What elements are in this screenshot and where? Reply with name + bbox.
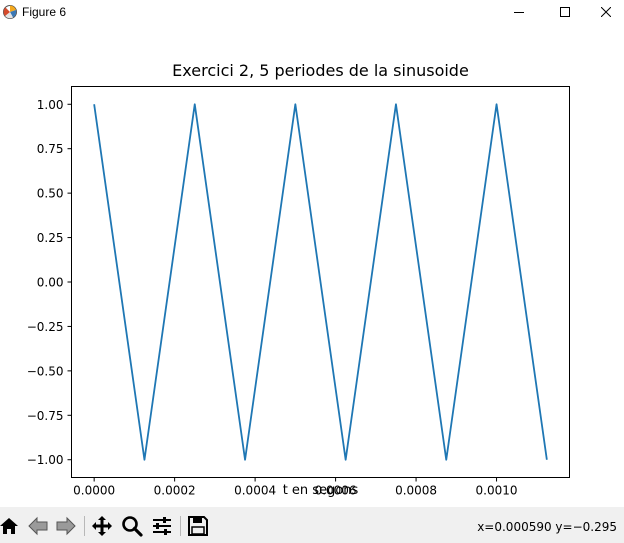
cursor-coordinates: x=0.000590 y=−0.295 — [477, 520, 617, 534]
window-title-bar: Figure 6 — [0, 0, 624, 24]
maximize-icon — [560, 7, 570, 17]
forward-arrow-icon — [56, 516, 76, 536]
chart-title: Exercici 2, 5 periodes de la sinusoide — [172, 61, 469, 80]
y-tick-label: 0.25 — [37, 231, 64, 245]
back-arrow-icon — [28, 516, 48, 536]
x-tick-label: 0.0008 — [395, 484, 437, 498]
chart-svg: Exercici 2, 5 periodes de la sinusoide 0… — [27, 61, 570, 498]
maximize-button[interactable] — [542, 0, 588, 24]
y-axis: −1.00 −0.75 −0.50 −0.25 0.00 0.25 0.50 0.75 1.00 — [27, 98, 72, 467]
y-tick-label: 0.50 — [37, 187, 64, 201]
y-tick-label: 0.75 — [37, 142, 64, 156]
window-title: Figure 6 — [22, 5, 67, 19]
zoom-button[interactable] — [121, 515, 143, 537]
toolbar-separator — [84, 516, 85, 536]
minimize-icon — [514, 12, 524, 13]
x-axis-label: t en segons — [283, 483, 359, 498]
pan-button[interactable] — [91, 515, 113, 537]
figure-canvas[interactable]: Exercici 2, 5 periodes de la sinusoide 0… — [0, 24, 624, 507]
y-tick-label: −0.25 — [27, 320, 64, 334]
x-tick-label: 0.0010 — [476, 484, 518, 498]
y-tick-label: −1.00 — [27, 453, 64, 467]
close-icon — [601, 7, 611, 17]
back-button[interactable] — [27, 515, 49, 537]
x-tick-label: 0.0002 — [154, 484, 196, 498]
minimize-button[interactable] — [496, 0, 542, 24]
x-tick-label: 0.0000 — [73, 484, 115, 498]
y-tick-label: −0.50 — [27, 364, 64, 378]
zoom-magnifier-icon — [122, 516, 143, 537]
home-icon — [0, 518, 18, 534]
y-tick-label: 0.00 — [37, 276, 64, 290]
close-button[interactable] — [588, 0, 624, 24]
pan-move-icon — [92, 516, 112, 536]
save-button[interactable] — [187, 515, 209, 537]
home-button[interactable] — [0, 515, 20, 537]
toolbar-separator — [180, 516, 181, 536]
x-tick-label: 0.0004 — [234, 484, 276, 498]
y-tick-label: −0.75 — [27, 409, 64, 423]
configure-subplots-icon — [153, 517, 171, 535]
y-tick-label: 1.00 — [37, 98, 64, 112]
navigation-toolbar: x=0.000590 y=−0.295 — [0, 507, 624, 543]
configure-subplots-button[interactable] — [151, 515, 173, 537]
data-line — [93, 103, 548, 461]
forward-button[interactable] — [55, 515, 77, 537]
save-floppy-icon — [188, 516, 208, 536]
matplotlib-icon — [3, 5, 17, 19]
